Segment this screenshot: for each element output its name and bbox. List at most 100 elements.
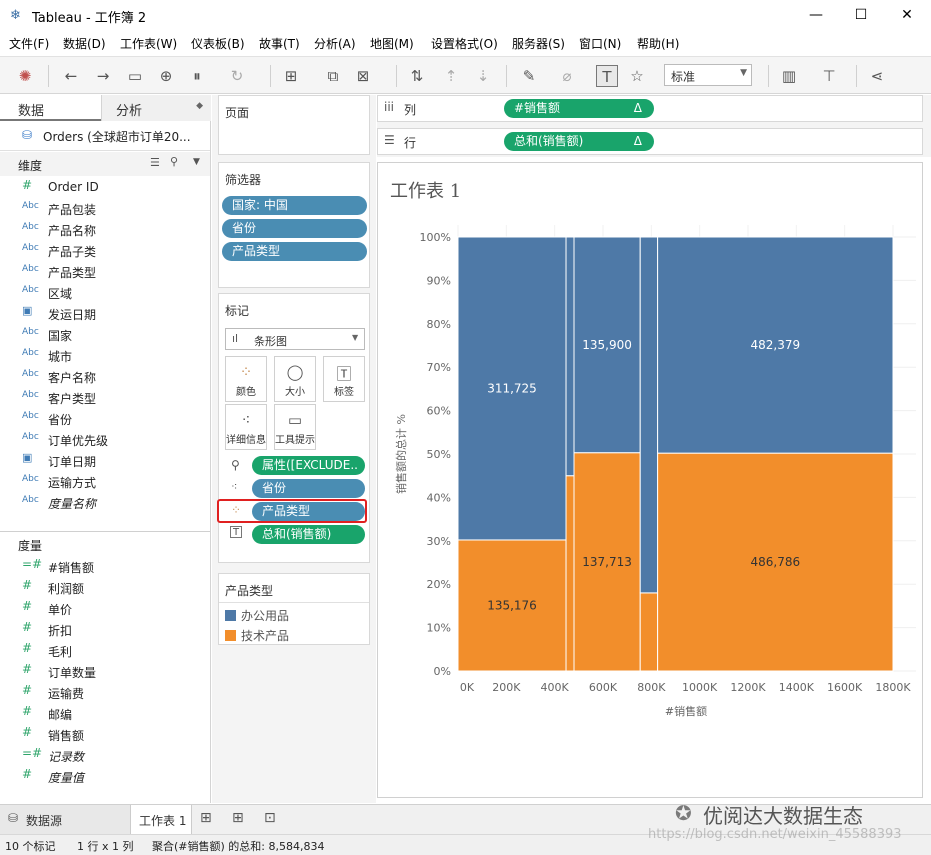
dimensions-field[interactable]: Abc 产品名称: [0, 219, 208, 240]
menu-file[interactable]: 文件(F): [9, 35, 49, 52]
columns-shelf[interactable]: iii 列 #销售额 Δ: [377, 95, 923, 122]
tab-data[interactable]: 数据: [0, 95, 101, 121]
menu-window[interactable]: 窗口(N): [579, 35, 621, 52]
refresh-icon[interactable]: ↻: [226, 65, 248, 87]
sort-descending-icon[interactable]: ⇣: [472, 65, 494, 87]
tab-analysis[interactable]: 分析 ◆: [101, 95, 211, 121]
redo-icon[interactable]: →: [92, 65, 114, 87]
chevron-down-icon[interactable]: ▼: [193, 157, 200, 167]
dimensions-field[interactable]: ▣ 发运日期: [0, 303, 208, 324]
new-worksheet-icon[interactable]: ⊞: [200, 810, 212, 826]
undo-icon[interactable]: ←: [60, 65, 82, 87]
dimensions-field[interactable]: Abc 区域: [0, 282, 208, 303]
menu-format[interactable]: 设置格式(O): [431, 35, 498, 52]
measures-field[interactable]: # 销售额: [0, 724, 208, 745]
list-view-icon[interactable]: ☰: [150, 156, 160, 169]
label-button[interactable]: 🅃 标签: [323, 356, 365, 402]
dimensions-field[interactable]: Abc 运输方式: [0, 471, 208, 492]
menu-analysis[interactable]: 分析(A): [314, 35, 356, 52]
dimensions-field[interactable]: Abc 度量名称: [0, 492, 208, 513]
filter-pill-product-type[interactable]: 产品类型: [222, 242, 367, 261]
dimensions-field[interactable]: Abc 产品包装: [0, 198, 208, 219]
menu-data[interactable]: 数据(D): [63, 35, 106, 52]
data-label: 135,900: [582, 338, 632, 352]
rows-pill[interactable]: 总和(销售额) Δ: [504, 132, 654, 151]
legend-label-tech[interactable]: 技术产品: [241, 627, 289, 644]
rows-shelf[interactable]: ☰ 行 总和(销售额) Δ: [377, 128, 923, 155]
measures-field[interactable]: # 折扣: [0, 619, 208, 640]
detail-icon: ⁖: [231, 480, 238, 493]
filter-pill-province[interactable]: 省份: [222, 219, 367, 238]
duplicate-sheet-icon[interactable]: ⧉: [322, 65, 344, 87]
fit-select[interactable]: 标准 ▼: [664, 64, 752, 86]
close-button[interactable]: ✕: [884, 0, 930, 30]
measures-field[interactable]: # 邮编: [0, 703, 208, 724]
color-button[interactable]: ⁘ 颜色: [225, 356, 267, 402]
measures-field[interactable]: =# 记录数: [0, 745, 208, 766]
sheet-tab-active[interactable]: 工作表 1: [130, 805, 192, 834]
show-mark-labels-icon[interactable]: T: [596, 65, 618, 87]
marks-pill-color[interactable]: 产品类型: [252, 502, 365, 521]
measures-field[interactable]: # 订单数量: [0, 661, 208, 682]
dimensions-field[interactable]: Abc 产品子类: [0, 240, 208, 261]
measures-field[interactable]: # 单价: [0, 598, 208, 619]
dimensions-field[interactable]: Abc 城市: [0, 345, 208, 366]
presentation-mode-icon[interactable]: ⊤: [818, 65, 840, 87]
search-icon[interactable]: ⚲: [170, 155, 178, 168]
maximize-button[interactable]: ☐: [838, 0, 884, 30]
share-icon[interactable]: ⋖: [866, 65, 888, 87]
filter-pill-country[interactable]: 国家: 中国: [222, 196, 367, 215]
columns-pill[interactable]: #销售额 Δ: [504, 99, 654, 118]
dimensions-field[interactable]: ▣ 订单日期: [0, 450, 208, 471]
measures-field-name: 折扣: [48, 624, 73, 638]
dimensions-field[interactable]: Abc 订单优先级: [0, 429, 208, 450]
tooltip-button[interactable]: ▭ 工具提示: [274, 404, 316, 450]
measures-field[interactable]: =# #销售额: [0, 556, 208, 577]
new-datasource-icon[interactable]: ⊕: [155, 65, 177, 87]
menu-worksheet[interactable]: 工作表(W): [120, 35, 177, 52]
menu-story[interactable]: 故事(T): [259, 35, 300, 52]
tableau-home-icon[interactable]: ✺: [14, 65, 36, 87]
dimensions-field[interactable]: Abc 省份: [0, 408, 208, 429]
new-dashboard-icon[interactable]: ⊞: [232, 810, 244, 826]
menu-dashboard[interactable]: 仪表板(B): [191, 35, 245, 52]
new-story-icon[interactable]: ⊡: [264, 810, 276, 826]
marks-pill-detail[interactable]: 省份: [252, 479, 365, 498]
measures-field[interactable]: # 度量值: [0, 766, 208, 787]
measures-field[interactable]: # 利润额: [0, 577, 208, 598]
datasource-row[interactable]: ⛁ Orders (全球超市订单20...: [0, 121, 210, 151]
marks-pill-size[interactable]: 属性([EXCLUDE..: [252, 456, 365, 475]
size-button[interactable]: ◯ 大小: [274, 356, 316, 402]
dimensions-field[interactable]: Abc 国家: [0, 324, 208, 345]
marks-pill-label[interactable]: 总和(销售额): [252, 525, 365, 544]
filters-card[interactable]: 筛选器 国家: 中国 省份 产品类型: [218, 162, 370, 288]
detail-button[interactable]: ⁖ 详细信息: [225, 404, 267, 450]
mark-type-select[interactable]: ıl 条形图 ▼: [225, 328, 365, 350]
datasource-tab[interactable]: ⛁ 数据源: [0, 805, 130, 834]
show-me-icon[interactable]: ▥: [778, 65, 800, 87]
menu-map[interactable]: 地图(M): [370, 35, 414, 52]
pages-card[interactable]: 页面: [218, 95, 370, 155]
sort-ascending-icon[interactable]: ⇡: [440, 65, 462, 87]
minimize-button[interactable]: —: [793, 0, 839, 30]
fix-axes-icon[interactable]: ☆: [626, 65, 648, 87]
dimensions-field[interactable]: Abc 客户名称: [0, 366, 208, 387]
menu-server[interactable]: 服务器(S): [512, 35, 565, 52]
legend-card[interactable]: 产品类型 办公用品 技术产品: [218, 573, 370, 645]
legend-label-office[interactable]: 办公用品: [241, 607, 289, 624]
clear-sheet-icon[interactable]: ⊠: [352, 65, 374, 87]
dimensions-field[interactable]: Abc 产品类型: [0, 261, 208, 282]
menu-help[interactable]: 帮助(H): [637, 35, 679, 52]
swap-axes-icon[interactable]: ⇅: [406, 65, 428, 87]
label-icon: T: [230, 526, 242, 538]
group-members-icon[interactable]: ⌀: [556, 65, 578, 87]
y-tick-label: 60%: [427, 405, 451, 418]
pause-updates-icon[interactable]: ⏸: [186, 65, 208, 87]
highlight-icon[interactable]: ✎: [518, 65, 540, 87]
save-icon[interactable]: ▭: [124, 65, 146, 87]
dimensions-field[interactable]: Abc 客户类型: [0, 387, 208, 408]
measures-field[interactable]: # 毛利: [0, 640, 208, 661]
measures-field[interactable]: # 运输费: [0, 682, 208, 703]
new-worksheet-icon[interactable]: ⊞: [280, 65, 302, 87]
dimensions-field[interactable]: # Order ID: [0, 177, 208, 198]
